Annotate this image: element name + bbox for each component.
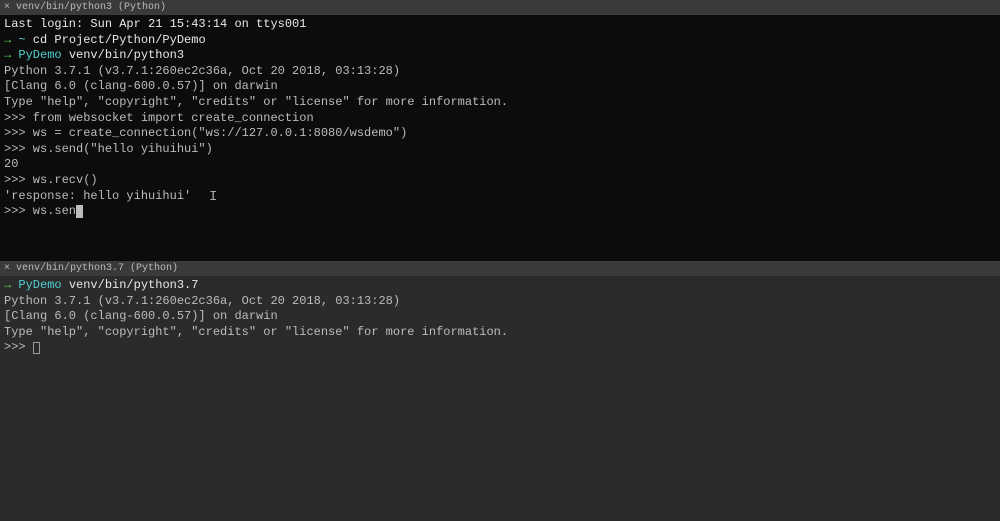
venv-command: venv/bin/python3 bbox=[62, 48, 184, 62]
close-icon[interactable]: × bbox=[4, 3, 10, 13]
cd-line: → ~ cd Project/Python/PyDemo bbox=[4, 33, 996, 49]
bottom-terminal-pane[interactable]: × venv/bin/python3.7 (Python) → PyDemo v… bbox=[0, 261, 1000, 521]
repl-line-connect: >>> ws = create_connection("ws://127.0.0… bbox=[4, 126, 996, 142]
bottom-tabbar: × venv/bin/python3.7 (Python) bbox=[0, 261, 1000, 276]
python-version-line: Python 3.7.1 (v3.7.1:260ec2c36a, Oct 20 … bbox=[4, 294, 996, 310]
prompt-arrow-icon: → bbox=[4, 33, 18, 47]
top-tabbar: × venv/bin/python3 (Python) bbox=[0, 0, 1000, 15]
top-terminal-pane[interactable]: × venv/bin/python3 (Python) Last login: … bbox=[0, 0, 1000, 261]
help-line: Type "help", "copyright", "credits" or "… bbox=[4, 95, 996, 111]
clang-line: [Clang 6.0 (clang-600.0.57)] on darwin bbox=[4, 79, 996, 95]
repl-prompt[interactable]: >>> bbox=[4, 340, 996, 356]
repl-line-recv: >>> ws.recv() bbox=[4, 173, 996, 189]
cursor-icon bbox=[76, 205, 83, 218]
repl-line-import: >>> from websocket import create_connect… bbox=[4, 111, 996, 127]
repl-input-text: >>> ws.sen bbox=[4, 204, 76, 218]
close-icon[interactable]: × bbox=[4, 264, 10, 274]
cwd-label: PyDemo bbox=[18, 48, 61, 62]
prompt-arrow-icon: → bbox=[4, 278, 18, 292]
cursor-hollow-icon bbox=[33, 342, 40, 354]
bottom-terminal-body[interactable]: → PyDemo venv/bin/python3.7 Python 3.7.1… bbox=[0, 276, 1000, 360]
bottom-tab-title[interactable]: venv/bin/python3.7 (Python) bbox=[16, 262, 178, 275]
repl-output-response: 'response: hello yihuihui' bbox=[4, 189, 996, 205]
repl-line-typing[interactable]: >>> ws.sen bbox=[4, 204, 996, 220]
python-version-line: Python 3.7.1 (v3.7.1:260ec2c36a, Oct 20 … bbox=[4, 64, 996, 80]
prompt-arrow-icon: → bbox=[4, 48, 18, 62]
clang-line: [Clang 6.0 (clang-600.0.57)] on darwin bbox=[4, 309, 996, 325]
last-login-line: Last login: Sun Apr 21 15:43:14 on ttys0… bbox=[4, 17, 996, 33]
top-terminal-body[interactable]: Last login: Sun Apr 21 15:43:14 on ttys0… bbox=[0, 15, 1000, 224]
repl-prompt-text: >>> bbox=[4, 340, 33, 354]
venv-line: → PyDemo venv/bin/python3 bbox=[4, 48, 996, 64]
repl-line-send: >>> ws.send("hello yihuihui") bbox=[4, 142, 996, 158]
venv-command: venv/bin/python3.7 bbox=[62, 278, 199, 292]
cwd-label: PyDemo bbox=[18, 278, 61, 292]
repl-output-20: 20 bbox=[4, 157, 996, 173]
venv-line: → PyDemo venv/bin/python3.7 bbox=[4, 278, 996, 294]
top-tab-title[interactable]: venv/bin/python3 (Python) bbox=[16, 1, 166, 14]
help-line: Type "help", "copyright", "credits" or "… bbox=[4, 325, 996, 341]
tilde-icon: ~ bbox=[18, 33, 25, 47]
cd-command: cd Project/Python/PyDemo bbox=[26, 33, 206, 47]
